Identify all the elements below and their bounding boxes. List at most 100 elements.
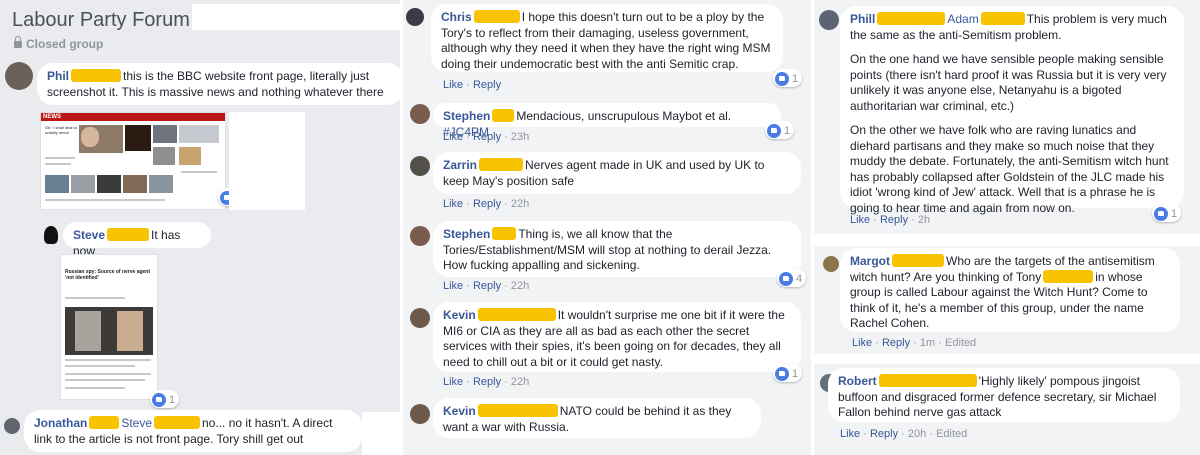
comment-author[interactable]: Phill (850, 12, 875, 26)
tagged-user[interactable]: Adam (947, 12, 978, 26)
like-icon (779, 271, 793, 286)
reply-link[interactable]: Reply (870, 428, 898, 440)
divider (814, 234, 1200, 246)
like-link[interactable]: Like (443, 79, 463, 91)
separator: · (466, 131, 470, 143)
comment-author[interactable]: Zarrin (443, 158, 477, 172)
reply-link[interactable]: Reply (880, 214, 908, 226)
like-link[interactable]: Like (443, 280, 463, 292)
separator: · (466, 376, 470, 388)
reaction-number: 4 (796, 272, 803, 285)
comment-paragraph: On the other we have folk who are raving… (850, 123, 1169, 215)
avatar[interactable] (44, 226, 58, 244)
like-link[interactable]: Like (443, 198, 463, 210)
comment-author[interactable]: Stephen (443, 109, 490, 123)
timestamp[interactable]: 1m (920, 337, 935, 349)
separator: · (938, 337, 942, 349)
reply-link[interactable]: Reply (473, 131, 501, 143)
comment-zarrin: Zarrin Nerves agent made in UK and used b… (433, 152, 801, 194)
text-line (45, 163, 71, 165)
reaction-count[interactable]: 1 (150, 390, 180, 408)
timestamp[interactable]: 22h (511, 198, 529, 210)
text-line (181, 171, 217, 173)
bbc-image (179, 147, 201, 165)
bbc-nav-bar: NEWS (41, 113, 225, 121)
group-title[interactable]: Labour Party Forum (12, 9, 190, 32)
avatar[interactable] (410, 104, 430, 124)
separator: · (929, 428, 933, 440)
comment-author[interactable]: Kevin (443, 404, 476, 418)
avatar[interactable] (406, 8, 424, 26)
comment-author[interactable]: Stephen (443, 227, 490, 241)
comment-author[interactable]: Robert (838, 374, 877, 388)
separator: · (504, 376, 508, 388)
text-line (65, 387, 125, 389)
timestamp[interactable]: 20h (908, 428, 926, 440)
reply-link[interactable]: Reply (473, 376, 501, 388)
comment-author[interactable]: Phil (47, 69, 69, 83)
avatar[interactable] (410, 156, 430, 176)
comment-author[interactable]: Chris (441, 10, 472, 24)
separator: · (504, 280, 508, 292)
panel-left: Labour Party Forum Closed group Phil this… (0, 0, 400, 455)
comment-kevin: Kevin NATO could be behind it as they wan… (433, 398, 761, 438)
bbc-screenshot[interactable]: NEWS Gb: 'I shall deal to unfairly shoot (40, 112, 226, 210)
reaction-count[interactable]: 1 (765, 121, 795, 139)
comment-actions: Like · Reply · 2h (850, 214, 930, 226)
timestamp[interactable]: 22h (511, 280, 529, 292)
comment-jonathan: Jonathan Steve no... no it hasn't. A direc… (24, 410, 362, 452)
comment-actions: Like · Reply · 22h (443, 376, 529, 388)
like-link[interactable]: Like (443, 376, 463, 388)
avatar[interactable] (819, 10, 839, 30)
like-link[interactable]: Like (852, 337, 872, 349)
like-link[interactable]: Like (443, 131, 463, 143)
comment-actions: Like · Reply · 22h (443, 198, 529, 210)
reaction-number: 1 (169, 393, 176, 406)
timestamp[interactable]: 2h (918, 214, 930, 226)
comment-stephen: Stephen Mendacious, unscrupulous Maybot e… (433, 103, 781, 139)
blank-area (229, 112, 305, 210)
reaction-count[interactable]: 1 (773, 69, 803, 87)
avatar[interactable] (4, 418, 20, 434)
comment-text: Mendacious, unscrupulous Maybot et al. (516, 109, 732, 123)
bbc-image (153, 147, 175, 165)
like-link[interactable]: Like (840, 428, 860, 440)
reaction-count[interactable]: 1 (1152, 204, 1182, 222)
reply-link[interactable]: Reply (473, 79, 501, 91)
timestamp[interactable]: 23h (511, 131, 529, 143)
tagged-user[interactable]: Steve (121, 416, 152, 430)
comment-author[interactable]: Steve (73, 228, 105, 242)
redaction (479, 158, 524, 171)
text-line (65, 373, 151, 375)
avatar[interactable] (823, 256, 839, 272)
reply-link[interactable]: Reply (473, 198, 501, 210)
redaction (878, 374, 977, 387)
reaction-number: 1 (792, 367, 799, 380)
redaction (71, 69, 122, 82)
edited-label[interactable]: Edited (945, 337, 976, 349)
reaction-number: 1 (784, 124, 791, 137)
bbc-image-face (81, 127, 99, 147)
avatar[interactable] (410, 308, 430, 328)
divider (814, 354, 1200, 364)
reaction-count[interactable]: 1 (773, 364, 803, 382)
text-line (45, 199, 165, 201)
mobile-screenshot[interactable]: Russian spy: Source of nerve agent 'not … (60, 254, 158, 400)
like-link[interactable]: Like (850, 214, 870, 226)
timestamp[interactable]: 22h (511, 376, 529, 388)
avatar[interactable] (410, 404, 430, 424)
reply-link[interactable]: Reply (882, 337, 910, 349)
comment-author[interactable]: Margot (850, 254, 890, 268)
reaction-count[interactable]: 4 (777, 269, 807, 287)
edited-label[interactable]: Edited (936, 428, 967, 440)
blank-area (362, 412, 400, 455)
comment-author[interactable]: Jonathan (34, 416, 87, 430)
avatar[interactable] (410, 226, 430, 246)
redaction (492, 227, 517, 240)
avatar[interactable] (5, 62, 33, 90)
comment-paragraph: Phill Adam This problem is very much the s… (850, 12, 1174, 43)
comment-author[interactable]: Kevin (443, 308, 476, 322)
reply-link[interactable]: Reply (473, 280, 501, 292)
separator: · (504, 131, 508, 143)
comment-robert: Robert 'Highly likely' pompous jingoist b… (828, 368, 1180, 422)
